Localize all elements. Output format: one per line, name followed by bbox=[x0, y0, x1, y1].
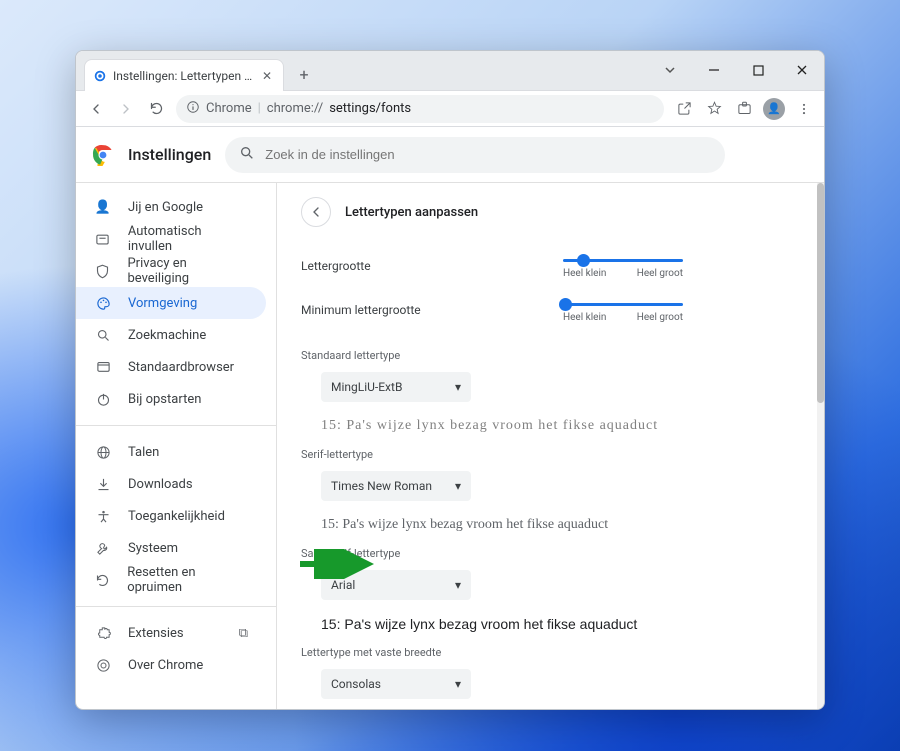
kebab-menu-icon[interactable] bbox=[790, 95, 818, 123]
settings-search[interactable] bbox=[225, 137, 725, 173]
page-head: Lettertypen aanpassen bbox=[277, 183, 824, 237]
serif-font-sample: 15: Pa's wijze lynx bezag vroom het fiks… bbox=[321, 517, 683, 533]
browser-tab[interactable]: Instellingen: Lettertypen aanpas... ✕ bbox=[84, 59, 284, 91]
share-icon[interactable] bbox=[670, 95, 698, 123]
address-path: settings/fonts bbox=[329, 101, 411, 116]
power-icon bbox=[94, 392, 112, 407]
sidebar-item-appearance[interactable]: Vormgeving bbox=[76, 287, 266, 319]
site-info-icon[interactable] bbox=[186, 100, 200, 118]
puzzle-icon bbox=[94, 626, 112, 641]
person-icon: 👤 bbox=[94, 200, 112, 215]
sidebar-item-languages[interactable]: Talen bbox=[76, 436, 266, 468]
font-size-slider[interactable] bbox=[563, 259, 683, 262]
sidebar-item-search-engine[interactable]: Zoekmachine bbox=[76, 319, 266, 351]
chevron-down-icon: ▾ bbox=[455, 677, 461, 691]
globe-icon bbox=[94, 445, 112, 460]
chrome-icon bbox=[94, 658, 112, 673]
sidebar-item-reset[interactable]: Resetten en opruimen bbox=[76, 564, 266, 596]
restore-icon bbox=[94, 573, 111, 588]
address-host: chrome:// bbox=[267, 101, 323, 116]
settings-search-input[interactable] bbox=[265, 147, 711, 162]
sidebar-item-on-startup[interactable]: Bij opstarten bbox=[76, 383, 266, 415]
sans-font-label: Sans-Serif-lettertype bbox=[301, 547, 683, 560]
content-pane: Lettertypen aanpassen Lettergrootte Heel… bbox=[276, 183, 824, 709]
sidebar-item-autofill[interactable]: Automatisch invullen bbox=[76, 223, 266, 255]
autofill-icon bbox=[94, 232, 112, 247]
tab-favicon-icon bbox=[93, 69, 107, 83]
serif-font-dropdown[interactable]: Times New Roman▾ bbox=[321, 471, 471, 501]
sidebar-item-extensions[interactable]: Extensies⧉ bbox=[76, 617, 266, 649]
download-icon bbox=[94, 477, 112, 492]
extensions-icon[interactable] bbox=[730, 95, 758, 123]
accessibility-icon bbox=[94, 509, 112, 524]
mono-font-label: Lettertype met vaste breedte bbox=[301, 646, 683, 659]
address-bar[interactable]: Chrome | chrome://settings/fonts bbox=[176, 95, 664, 123]
sidebar-item-accessibility[interactable]: Toegankelijkheid bbox=[76, 500, 266, 532]
min-font-size-slider[interactable] bbox=[563, 303, 683, 306]
page-title: Lettertypen aanpassen bbox=[345, 205, 478, 220]
sidebar-item-privacy[interactable]: Privacy en beveiliging bbox=[76, 255, 266, 287]
settings-header: Instellingen bbox=[76, 127, 824, 183]
tab-title: Instellingen: Lettertypen aanpas... bbox=[113, 69, 253, 83]
shield-icon bbox=[94, 264, 111, 279]
wrench-icon bbox=[94, 541, 112, 556]
external-link-icon: ⧉ bbox=[239, 626, 248, 641]
titlebar: Instellingen: Lettertypen aanpas... ✕ + bbox=[76, 51, 824, 91]
search-icon bbox=[239, 145, 255, 165]
minimize-button[interactable] bbox=[692, 50, 736, 90]
serif-font-label: Serif-lettertype bbox=[301, 448, 683, 461]
sans-font-sample: 15: Pa's wijze lynx bezag vroom het fiks… bbox=[321, 616, 683, 632]
chevron-down-icon: ▾ bbox=[455, 380, 461, 394]
chevron-down-icon[interactable] bbox=[648, 50, 692, 90]
address-prefix: Chrome bbox=[206, 101, 252, 116]
close-button[interactable] bbox=[780, 50, 824, 90]
std-font-label: Standaard lettertype bbox=[301, 349, 683, 362]
new-tab-button[interactable]: + bbox=[290, 60, 318, 88]
browser-icon bbox=[94, 360, 112, 375]
scrollbar[interactable] bbox=[817, 183, 824, 709]
chevron-down-icon: ▾ bbox=[455, 479, 461, 493]
sans-font-dropdown[interactable]: Arial▾ bbox=[321, 570, 471, 600]
reload-button[interactable] bbox=[142, 95, 170, 123]
sidebar-item-downloads[interactable]: Downloads bbox=[76, 468, 266, 500]
chrome-logo-icon bbox=[92, 144, 114, 166]
mono-font-dropdown[interactable]: Consolas▾ bbox=[321, 669, 471, 699]
sidebar-item-you-and-google[interactable]: 👤Jij en Google bbox=[76, 191, 266, 223]
forward-button[interactable] bbox=[112, 95, 140, 123]
chevron-down-icon: ▾ bbox=[455, 578, 461, 592]
browser-toolbar: Chrome | chrome://settings/fonts 👤 bbox=[76, 91, 824, 127]
window-controls bbox=[648, 50, 824, 90]
sidebar-item-about[interactable]: Over Chrome bbox=[76, 649, 266, 681]
chrome-window: Instellingen: Lettertypen aanpas... ✕ + … bbox=[75, 50, 825, 710]
bookmark-icon[interactable] bbox=[700, 95, 728, 123]
back-button[interactable] bbox=[82, 95, 110, 123]
maximize-button[interactable] bbox=[736, 50, 780, 90]
search-icon bbox=[94, 328, 112, 343]
min-font-size-label: Minimum lettergrootte bbox=[301, 303, 421, 317]
profile-avatar[interactable]: 👤 bbox=[760, 95, 788, 123]
std-font-sample: 15: Pa's wijze lynx bezag vroom het fiks… bbox=[321, 418, 683, 434]
sidebar-item-system[interactable]: Systeem bbox=[76, 532, 266, 564]
std-font-dropdown[interactable]: MingLiU-ExtB▾ bbox=[321, 372, 471, 402]
sidebar-item-default-browser[interactable]: Standaardbrowser bbox=[76, 351, 266, 383]
font-size-label: Lettergrootte bbox=[301, 259, 371, 273]
settings-title: Instellingen bbox=[128, 145, 211, 164]
page-back-button[interactable] bbox=[301, 197, 331, 227]
palette-icon bbox=[94, 296, 112, 311]
tab-close-icon[interactable]: ✕ bbox=[259, 68, 275, 84]
sidebar: 👤Jij en Google Automatisch invullen Priv… bbox=[76, 183, 276, 709]
